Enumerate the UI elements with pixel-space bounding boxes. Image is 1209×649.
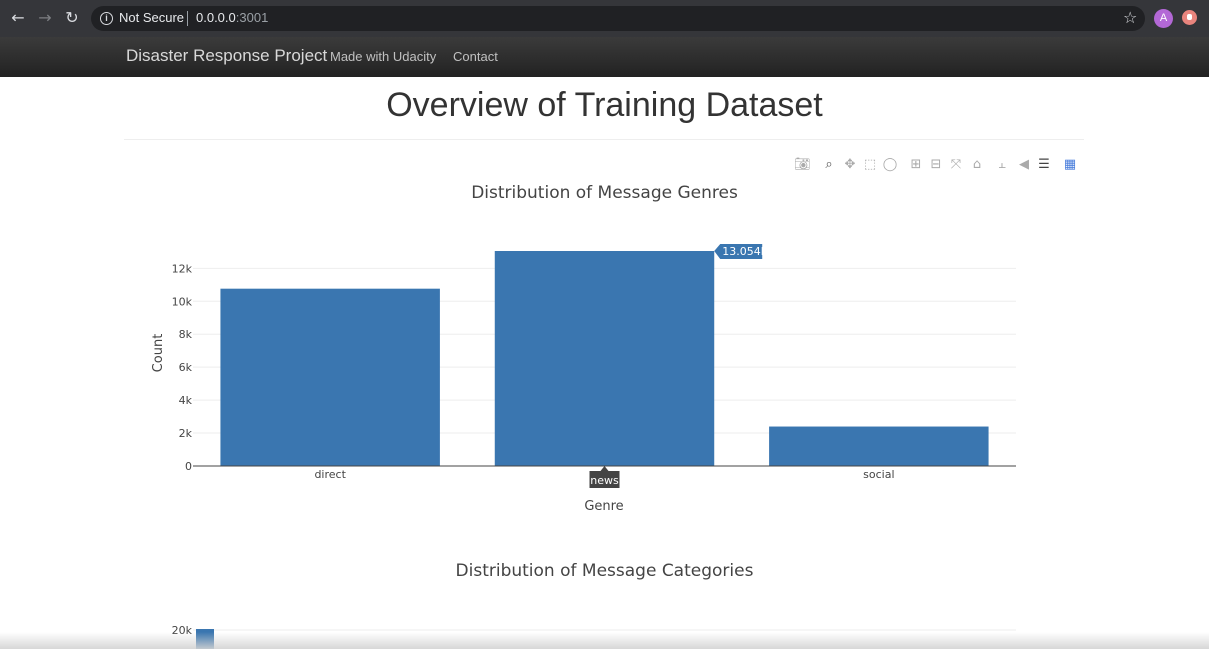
x-hover-label: news	[590, 474, 619, 487]
x-hover-label-pointer	[600, 466, 609, 471]
bar-news	[494, 251, 715, 466]
value-hover-label: 13.054k	[722, 245, 767, 258]
bar-social	[769, 426, 989, 466]
bar-direct	[220, 288, 440, 466]
x-tick-label-direct: direct	[314, 468, 346, 481]
x-tick-label-social: social	[863, 468, 894, 481]
y-tick-label: 8k	[179, 328, 193, 341]
y-tick-label: 10k	[172, 295, 193, 308]
chart-title-categories: Distribution of Message Categories	[455, 561, 754, 581]
genre-bar-chart: 0 2k 4k 6k 8k 10k 12k direct news 13.054k social Ge…	[151, 244, 1016, 649]
y-tick-label: 2k	[179, 427, 193, 440]
y-tick-label: 4k	[179, 394, 193, 407]
x-axis-title: Genre	[584, 499, 623, 514]
window-bottom-edge	[0, 632, 1209, 649]
y-tick-label: 0	[185, 460, 192, 473]
y-axis-title: Count	[151, 334, 166, 373]
y-tick-label: 12k	[172, 262, 193, 275]
y-tick-label: 6k	[179, 361, 193, 374]
